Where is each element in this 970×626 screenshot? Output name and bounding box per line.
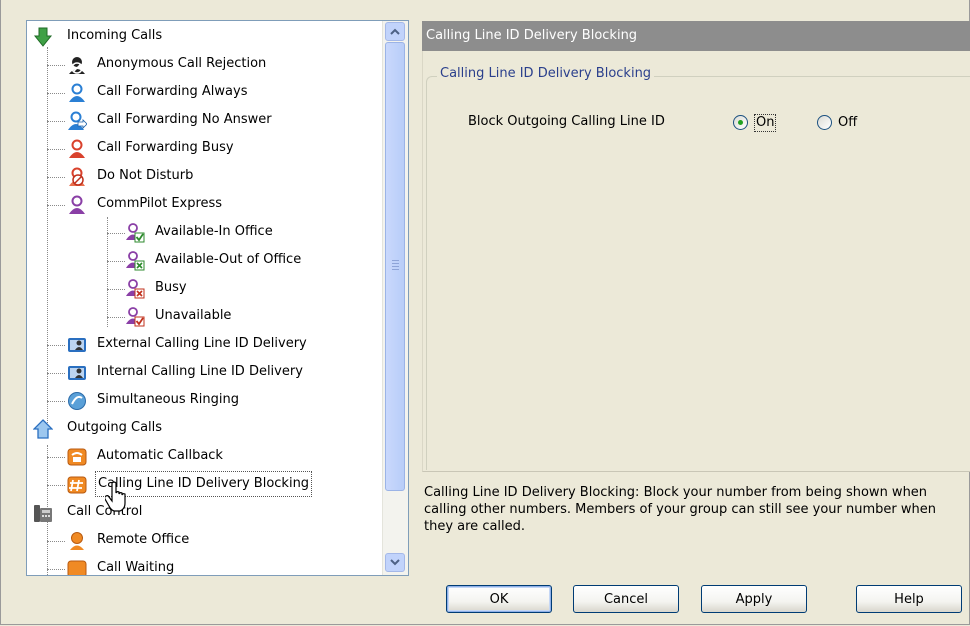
tree-line [47,93,65,94]
anonymous-rejection-icon [69,57,85,74]
scroll-grip [392,260,399,261]
tree-line [107,289,125,290]
scroll-down-button[interactable] [385,553,405,572]
call-control-icon [34,505,52,522]
panel-title-bar: Calling Line ID Delivery Blocking [422,21,970,51]
radio-off-label[interactable]: Off [838,114,857,132]
commpilot-express-icon [69,195,85,214]
call-waiting-icon [67,560,87,575]
feature-tree[interactable]: Incoming Calls Anonymous Call Rejection … [26,20,409,576]
radio-selected-dot [738,120,743,125]
clid-blocking-icon [67,476,87,494]
cancel-button[interactable]: Cancel [573,585,679,613]
chevron-up-icon [390,28,400,35]
tree-line [47,373,65,374]
automatic-callback-icon [67,448,87,466]
tree-line [47,177,65,178]
tree-line [47,541,65,542]
hand-cursor-icon [105,481,126,512]
available-out-of-office-icon [126,251,145,271]
simultaneous-ringing-icon [68,392,86,410]
radio-on-circle[interactable] [733,115,748,130]
apply-button[interactable]: Apply [701,585,807,613]
forwarding-no-answer-icon [68,111,87,130]
ok-button[interactable]: OK [446,585,552,613]
tree-line [107,233,125,234]
tree-line [47,401,65,402]
panel-title: Calling Line ID Delivery Blocking [426,28,638,43]
radio-on-label[interactable]: On [754,114,777,132]
tree-scrollbar[interactable] [382,21,408,575]
groupbox-title: Calling Line ID Delivery Blocking [437,66,655,81]
help-button[interactable]: Help [856,585,962,613]
scroll-up-button[interactable] [385,22,405,41]
scroll-grip [392,266,399,267]
scroll-grip [392,269,399,270]
scroll-thumb[interactable] [385,42,405,491]
tree-line [47,149,65,150]
feature-description: Calling Line ID Delivery Blocking: Block… [424,485,936,534]
tree-line [47,345,65,346]
tree-line [47,205,65,206]
tree-line [47,457,65,458]
radio-off-circle[interactable] [817,115,832,130]
external-clid-icon [68,338,86,352]
block-clid-label: Block Outgoing Calling Line ID [468,114,665,129]
busy-icon [126,279,145,299]
incoming-calls-icon [33,27,53,47]
tree-line [47,485,65,486]
tree-content: Incoming Calls Anonymous Call Rejection … [27,21,383,575]
forwarding-always-icon [69,83,85,102]
available-in-office-icon [126,223,145,243]
outgoing-calls-icon [33,419,53,439]
scroll-grip [392,263,399,264]
tree-line [47,121,65,122]
tree-line [47,47,48,423]
forwarding-busy-icon [69,139,85,158]
tree-line [47,569,65,570]
remote-office-icon [70,532,84,550]
settings-groupbox [426,76,970,470]
tree-line [107,317,125,318]
unavailable-icon [126,307,145,327]
internal-clid-icon [68,366,86,380]
tree-line [107,261,125,262]
do-not-disturb-icon [69,167,85,186]
chevron-down-icon [390,559,400,566]
tree-line [47,65,65,66]
